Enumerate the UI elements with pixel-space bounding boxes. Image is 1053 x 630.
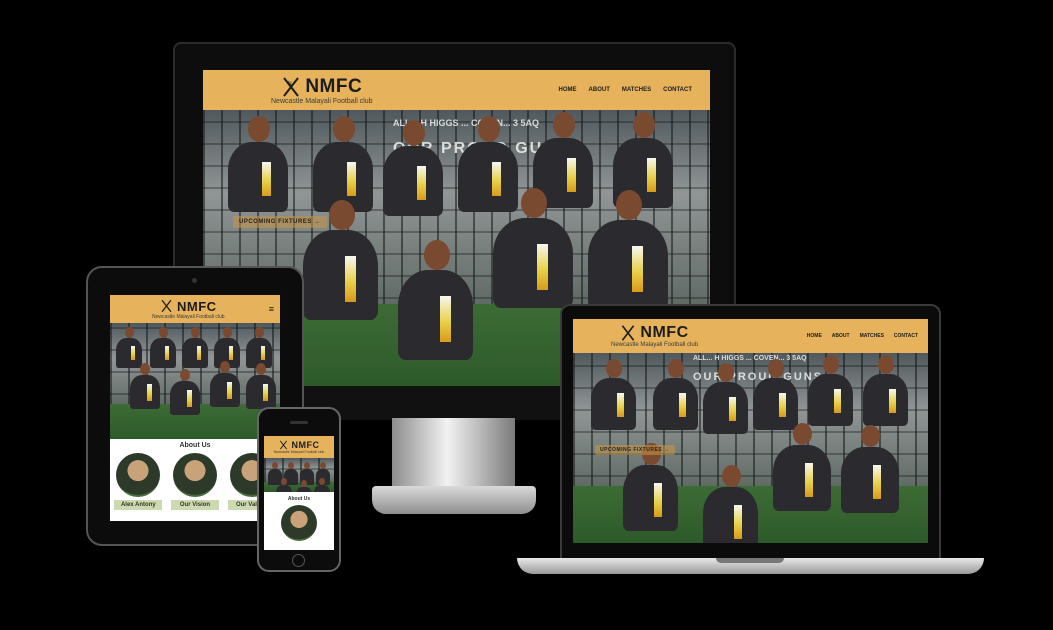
about-card-person[interactable]: Alex Antony: [114, 453, 163, 510]
player: [703, 465, 758, 543]
avatar: [172, 453, 217, 497]
card-label: Our Vision: [170, 500, 219, 510]
player: [210, 361, 240, 431]
laptop: NMFC Newcastle Malayali Football club HO…: [560, 304, 941, 560]
home-button-icon[interactable]: [292, 554, 305, 567]
avatar: [116, 453, 161, 497]
player: [130, 363, 160, 433]
player: [623, 443, 678, 543]
player: [841, 425, 899, 543]
monitor-stand: [392, 418, 515, 488]
brand-tagline: Newcastle Malayali Football club: [152, 313, 225, 320]
logo-icon: [279, 440, 288, 450]
about-card-person[interactable]: [264, 505, 334, 541]
player: [773, 423, 831, 543]
about-heading: About Us: [287, 496, 311, 502]
site-header: NMFC Newcastle Malayali Football club: [264, 436, 334, 458]
logo-icon: [160, 299, 173, 313]
camera-icon: [192, 278, 197, 283]
player: [398, 240, 473, 387]
hero-image: [264, 458, 334, 492]
site-header: NMFC Newcastle Malayali Football club ≡: [110, 295, 280, 323]
logo-icon: N: [281, 76, 301, 98]
about-section: About Us: [264, 492, 334, 550]
phone: NMFC Newcastle Malayali Football club Ab…: [257, 407, 341, 572]
nav-contact[interactable]: CONTACT: [663, 87, 692, 93]
nav-matches[interactable]: MATCHES: [622, 87, 651, 93]
about-cards: Alex Antony Our Vision Our Values: [110, 453, 280, 510]
nav-contact[interactable]: CONTACT: [894, 333, 918, 339]
player: [228, 116, 288, 266]
hero-image: [110, 323, 280, 439]
menu-icon[interactable]: ≡: [269, 304, 274, 314]
hero-image: ALL... H HIGGS ... COVEN... 3 5AQ OUR PR…: [573, 353, 928, 543]
brand-name: NMFC: [640, 324, 689, 341]
speaker: [290, 421, 308, 424]
tablet-screen: NMFC Newcastle Malayali Football club ≡ …: [110, 295, 280, 521]
laptop-screen: NMFC Newcastle Malayali Football club HO…: [573, 319, 928, 543]
site-header: N NMFC Newcastle Malayali Football club …: [203, 70, 710, 110]
brand[interactable]: NMFC Newcastle Malayali Football club: [274, 440, 325, 454]
main-nav: HOME ABOUT MATCHES CONTACT: [559, 87, 692, 93]
about-card-vision[interactable]: Our Vision: [170, 453, 219, 510]
brand[interactable]: N NMFC Newcastle Malayali Football club: [271, 76, 373, 105]
upcoming-fixtures-button[interactable]: UPCOMING FIXTURES →: [595, 445, 675, 455]
card-label: Alex Antony: [114, 500, 163, 510]
brand[interactable]: NMFC Newcastle Malayali Football club: [611, 324, 698, 348]
player: [276, 478, 292, 492]
brand-name: NMFC: [291, 440, 320, 450]
laptop-notch: [716, 558, 784, 563]
brand-tagline: Newcastle Malayali Football club: [611, 342, 699, 348]
svg-text:N: N: [288, 81, 292, 87]
player: [303, 200, 378, 387]
monitor-stand-base: [372, 486, 536, 514]
brand-name: NMFC: [177, 298, 217, 314]
about-section: About Us Alex Antony Our Vision Our Valu…: [110, 439, 280, 521]
nav-about[interactable]: ABOUT: [589, 87, 610, 93]
player: [170, 369, 200, 439]
nav-home[interactable]: HOME: [807, 333, 822, 339]
brand-tagline: Newcastle Malayali Football club: [271, 97, 373, 105]
avatar: [281, 505, 317, 541]
brand-name: NMFC: [305, 75, 363, 97]
player: [314, 478, 330, 492]
about-heading: About Us: [179, 442, 211, 449]
main-nav: HOME ABOUT MATCHES CONTACT: [807, 333, 918, 339]
phone-screen: NMFC Newcastle Malayali Football club Ab…: [264, 436, 334, 550]
site-header: NMFC Newcastle Malayali Football club HO…: [573, 319, 928, 353]
logo-icon: [620, 324, 636, 342]
player: [296, 480, 312, 492]
nav-home[interactable]: HOME: [559, 87, 577, 93]
nav-about[interactable]: ABOUT: [832, 333, 850, 339]
nav-matches[interactable]: MATCHES: [860, 333, 884, 339]
brand[interactable]: NMFC Newcastle Malayali Football club: [152, 299, 225, 320]
upcoming-fixtures-button[interactable]: UPCOMING FIXTURES →: [233, 216, 327, 228]
brand-tagline: Newcastle Malayali Football club: [273, 450, 325, 454]
